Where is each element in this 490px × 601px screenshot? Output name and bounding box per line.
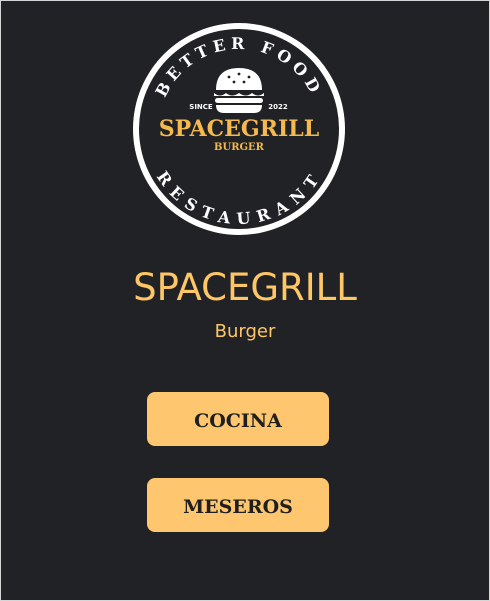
logo-name: SPACEGRILL [159, 116, 319, 142]
logo-year: 2022 [268, 103, 288, 111]
meseros-button[interactable]: MESEROS [147, 478, 329, 532]
app-screen: BETTER FOOD RESTAURANT SINCE 2022 SPACEG… [0, 0, 490, 601]
brand-title: SPACEGRILL [133, 266, 357, 309]
logo-since-label: SINCE [189, 103, 213, 111]
brand-subtitle: Burger [214, 321, 276, 342]
logo-emblem: BETTER FOOD RESTAURANT SINCE 2022 SPACEG… [133, 23, 345, 235]
logo-tagline: BURGER [214, 142, 265, 153]
brand-logo: BETTER FOOD RESTAURANT SINCE 2022 SPACEG… [132, 22, 346, 236]
cocina-button[interactable]: COCINA [147, 392, 329, 446]
